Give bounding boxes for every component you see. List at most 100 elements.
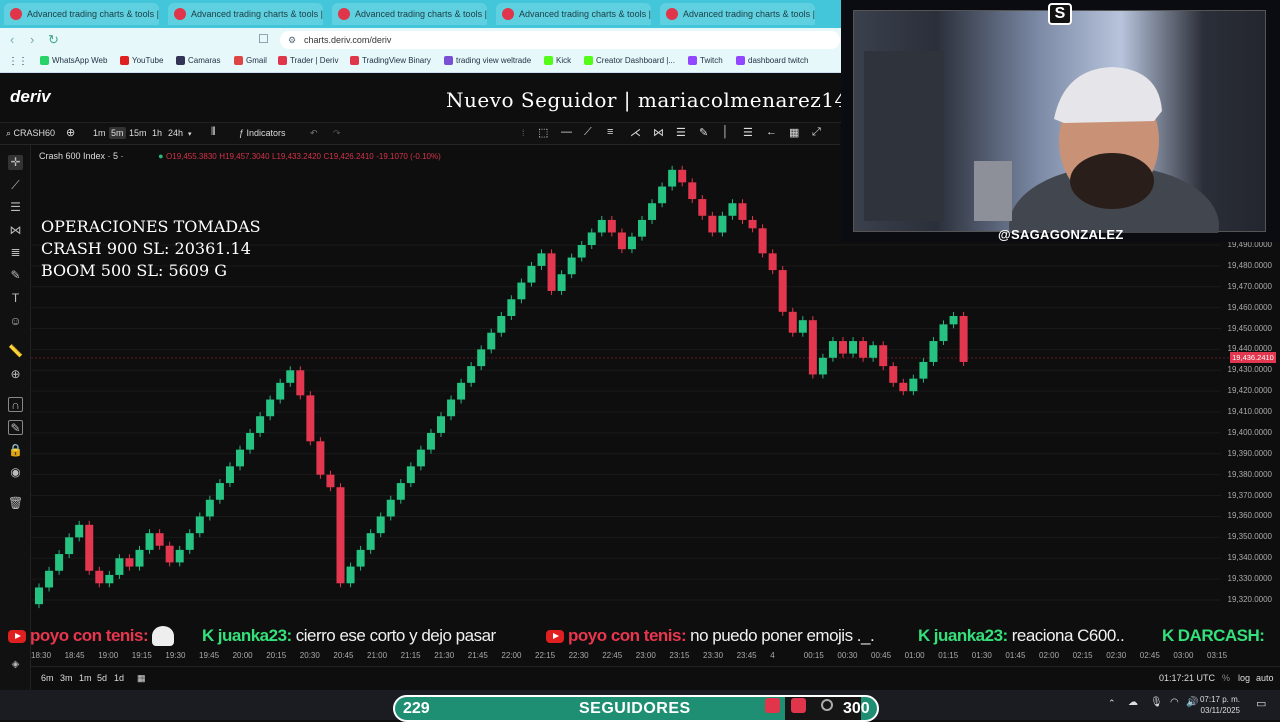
lock-drawing-icon[interactable]: ✎ — [8, 420, 23, 435]
redo-icon[interactable]: ↷ — [333, 128, 341, 139]
deriv-logo[interactable]: deriv — [10, 87, 51, 107]
wifi-icon[interactable]: ◠ — [1170, 697, 1179, 708]
lock-icon[interactable]: 🔒 — [8, 443, 23, 458]
drag-handle-icon[interactable]: ⁞ — [522, 128, 525, 138]
period-3m[interactable]: 3m — [60, 673, 73, 683]
price-tick: 19,320.0000 — [1227, 594, 1273, 604]
cloud-icon[interactable]: ☁ — [1128, 697, 1138, 708]
undo-icon[interactable]: ↶ — [310, 128, 318, 139]
forward-icon[interactable]: › — [30, 32, 34, 47]
timeframe-5m[interactable]: 5m — [109, 127, 126, 139]
ohlc-legend: Crash 600 Index · 5 · ● O19,455.3830 H19… — [39, 151, 441, 161]
tray-chevron-icon[interactable]: ⌃ — [1108, 698, 1116, 709]
candle — [286, 370, 295, 383]
bookmark-star-icon[interactable]: ☐ — [258, 32, 269, 46]
operations-title: OPERACIONES TOMADAS — [41, 217, 261, 236]
candle — [899, 382, 908, 392]
log-toggle[interactable]: log — [1238, 673, 1250, 683]
auto-toggle[interactable]: auto — [1256, 673, 1274, 683]
reload-icon[interactable]: ↻ — [48, 32, 59, 48]
fib-tool-icon[interactable]: ☰ — [676, 126, 686, 139]
measure-tool-icon[interactable]: ⤢ — [812, 126, 821, 139]
bookmark-item[interactable]: dashboard twitch — [736, 56, 808, 65]
bookmark-item[interactable]: Camaras — [176, 56, 220, 65]
notifications-icon[interactable]: ▭ — [1256, 697, 1266, 710]
ruler-icon[interactable]: 📏 — [8, 344, 23, 359]
search-icon: ⌕ — [6, 128, 14, 138]
pitchfork-icon[interactable]: ⋌ — [630, 126, 641, 139]
volume-icon[interactable]: 🔊 — [1186, 697, 1198, 708]
time-axis[interactable]: 18:30 18:45 19:00 19:15 19:30 19:45 20:00 20:15… — [31, 648, 1280, 666]
browser-tab[interactable]: Advanced trading charts & tools | Tr✕ — [660, 3, 815, 25]
candle — [45, 570, 54, 588]
bookmark-item[interactable]: Twitch — [688, 56, 723, 65]
browser-tab[interactable]: Advanced trading charts & tools | Tr✕ — [168, 3, 323, 25]
apps-grid-icon[interactable]: ⋮⋮ — [8, 56, 28, 67]
vertical-line-icon[interactable]: │ — [722, 126, 729, 138]
candle — [125, 558, 134, 567]
candle — [65, 537, 74, 555]
brush-tool-icon[interactable]: ✎ — [8, 268, 23, 283]
zoom-in-icon[interactable]: ⊕ — [8, 367, 23, 382]
candle — [467, 366, 476, 383]
compare-add-icon[interactable]: ⊕ — [66, 126, 75, 139]
bookmark-item[interactable]: YouTube — [120, 56, 163, 65]
horizontal-lines-icon[interactable]: ☰ — [743, 126, 753, 139]
camera-icon — [176, 56, 185, 65]
period-6m[interactable]: 6m — [41, 673, 54, 683]
ray-tool-icon[interactable]: ← — [766, 126, 777, 138]
timeframe-1m[interactable]: 1m — [93, 128, 106, 138]
back-icon[interactable]: ‹ — [10, 32, 14, 47]
period-1d[interactable]: 1d — [114, 673, 124, 683]
candle — [909, 378, 918, 392]
bookmark-item[interactable]: Creator Dashboard |... — [584, 56, 675, 65]
trend-line-icon[interactable]: ⟋ — [584, 126, 592, 139]
magnet-icon[interactable]: ∩ — [8, 397, 23, 412]
bookmark-item[interactable]: WhatsApp Web — [40, 56, 107, 65]
chart-type-icon[interactable]: ⫴ — [211, 126, 216, 139]
pitchfork-icon[interactable]: ⋈ — [8, 223, 23, 238]
candle — [75, 524, 84, 538]
bookmark-item[interactable]: Kick — [544, 56, 571, 65]
browser-tab[interactable]: Advanced trading charts & tools | Tr✕ — [4, 3, 159, 25]
period-5d[interactable]: 5d — [97, 673, 107, 683]
chevron-down-icon[interactable]: ▾ — [188, 130, 192, 138]
calendar-icon[interactable]: ▦ — [137, 673, 146, 684]
url-field[interactable]: ⚙ charts.deriv.com/deriv — [280, 31, 840, 49]
crosshair-icon[interactable]: ✛ — [8, 155, 23, 170]
timeframe-24h[interactable]: 24h — [168, 128, 183, 138]
eye-icon[interactable]: ◉ — [8, 465, 23, 480]
channel-tool-icon[interactable]: ≡ — [607, 126, 613, 138]
line-tool-icon[interactable]: — — [561, 126, 572, 138]
browser-tab[interactable]: Advanced trading charts & tools | Tr✕ — [332, 3, 487, 25]
bookmark-item[interactable]: TradingView Binary — [350, 56, 431, 65]
indicators-button[interactable]: ƒ Indicators — [239, 128, 286, 138]
operations-line: CRASH 900 SL: 20361.14 — [41, 239, 251, 258]
horizontal-lines-icon[interactable]: ☰ — [8, 200, 23, 215]
trend-line-icon[interactable]: ⟋ — [8, 178, 23, 193]
utc-countdown[interactable]: 01:17:21 UTC — [1159, 673, 1215, 683]
timeframe-15m[interactable]: 15m — [129, 128, 147, 138]
site-info-icon[interactable]: ⚙ — [288, 31, 296, 49]
symbol-search[interactable]: ⌕ CRASH60 — [6, 128, 55, 139]
emoji-icon[interactable]: ☺ — [8, 314, 23, 329]
percent-toggle[interactable]: % — [1222, 673, 1230, 683]
brush-tool-icon[interactable]: ✎ — [699, 126, 708, 139]
browser-tab[interactable]: Advanced trading charts & tools | Tr✕ — [496, 3, 651, 25]
rectangle-tool-icon[interactable]: ⬚ — [538, 126, 548, 139]
pattern-tool-icon[interactable]: ⋈ — [653, 126, 664, 139]
mic-icon[interactable]: 🎙 — [1150, 697, 1163, 708]
bookmark-item[interactable]: Trader | Deriv — [278, 56, 338, 65]
bookmark-item[interactable]: Gmail — [234, 56, 267, 65]
grid-tool-icon[interactable]: ▦ — [789, 126, 799, 139]
follower-label: SEGUIDORES — [579, 700, 691, 717]
system-clock[interactable]: 07:17 p. m. 03/11/2025 — [1200, 694, 1240, 716]
time-tick: 23:15 — [669, 651, 690, 660]
fib-tool-icon[interactable]: ≣ — [8, 245, 23, 260]
period-1m[interactable]: 1m — [79, 673, 92, 683]
layers-icon[interactable]: ◈ — [8, 657, 23, 672]
timeframe-1h[interactable]: 1h — [152, 128, 162, 138]
trash-icon[interactable]: 🗑 — [8, 496, 23, 511]
text-tool-icon[interactable]: T — [8, 291, 23, 306]
bookmark-item[interactable]: trading view weltrade — [444, 56, 531, 65]
